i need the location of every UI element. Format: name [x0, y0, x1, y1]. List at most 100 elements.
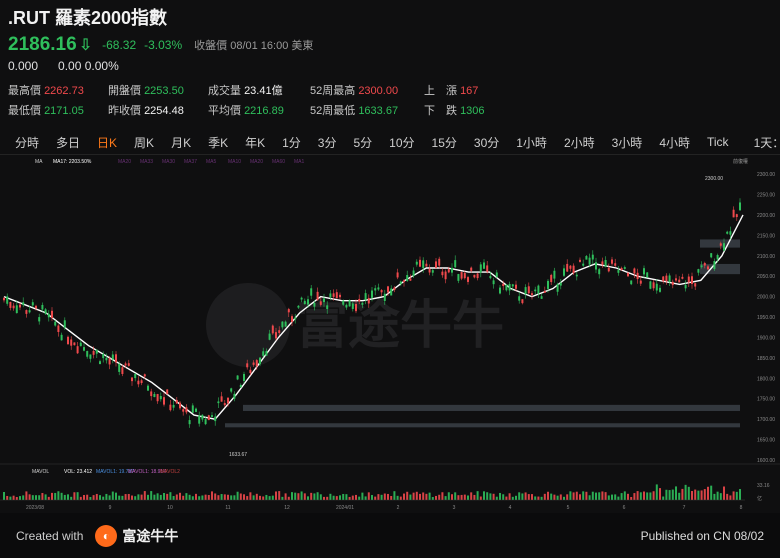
tab-10[interactable]: 10分: [389, 134, 414, 151]
support-zone: [243, 404, 740, 411]
volume-bar: [732, 491, 735, 500]
candle-body: [22, 302, 25, 305]
candle-body: [105, 357, 108, 361]
volume-bar: [35, 495, 37, 500]
volume-bar: [163, 492, 165, 500]
candle-body: [361, 302, 364, 305]
volume-bar: [470, 492, 473, 500]
candle-body: [543, 291, 546, 293]
volume-bar: [489, 493, 492, 500]
volume-bar: [54, 492, 57, 500]
tab-7[interactable]: 1分: [282, 134, 301, 151]
candle-body: [211, 415, 213, 417]
candle-body: [147, 385, 149, 391]
tab-4[interactable]: 月K: [171, 134, 191, 151]
volume-bar: [623, 491, 626, 500]
price-change-pct: -3.03%: [144, 38, 183, 52]
volume-bar: [601, 491, 604, 500]
volume-bar: [28, 494, 31, 500]
x-tick-label: 8: [740, 505, 743, 511]
volume-bar: [169, 492, 172, 500]
candle-body: [191, 405, 194, 413]
tab-2[interactable]: 日K: [97, 134, 117, 151]
volume-bar: [499, 492, 501, 500]
tab-6[interactable]: 年K: [245, 134, 265, 151]
candle-body: [444, 271, 447, 280]
stat-open: 2253.50: [144, 85, 184, 97]
candle-body: [44, 309, 47, 314]
volume-bar: [255, 493, 258, 500]
tab-8[interactable]: 3分: [318, 134, 337, 151]
candle-body: [607, 267, 610, 272]
volume-bar: [550, 493, 553, 500]
volume-bar: [143, 491, 146, 500]
stat-52wk-high: 2300.00: [358, 85, 399, 97]
tab-15[interactable]: 3小時: [612, 134, 643, 151]
kline-chart[interactable]: 富途牛牛MA MA17: 2203.50% MA20 MA33 MA30 MA37 MA5 M…: [0, 155, 780, 513]
y-tick-label: 1650.00: [757, 438, 775, 444]
volume-bar: [313, 493, 316, 500]
tab-9[interactable]: 5分: [353, 134, 372, 151]
volume-bar: [438, 494, 441, 500]
tab-3[interactable]: 周K: [134, 134, 154, 151]
volume-bar: [95, 493, 98, 500]
candle-body: [12, 305, 15, 309]
x-tick-label: 10: [167, 505, 173, 511]
tab-14[interactable]: 2小時: [564, 134, 595, 151]
volume-bar: [659, 488, 661, 500]
volume-bar: [297, 493, 300, 500]
candle-body: [377, 287, 380, 290]
tab-5[interactable]: 季K: [208, 134, 228, 151]
x-tick-label: 3: [453, 505, 456, 511]
volume-bar: [393, 491, 396, 500]
volume-bar: [70, 496, 73, 500]
tab-0[interactable]: 分時: [15, 134, 39, 151]
candle-body: [716, 255, 719, 260]
candle-body: [54, 321, 57, 326]
volume-bar: [15, 496, 18, 500]
volume-bar: [572, 492, 575, 500]
candle-body: [617, 270, 620, 273]
candle-body: [319, 301, 322, 305]
candle-body: [143, 374, 146, 377]
volume-bar: [51, 492, 53, 500]
volume-bar: [204, 494, 207, 500]
candle-body: [633, 268, 636, 274]
volume-bar: [214, 493, 217, 500]
tab-13[interactable]: 1小時: [516, 134, 547, 151]
tab-intraday-setting[interactable]: 1天：3分K: [754, 134, 780, 151]
tab-1[interactable]: 多日: [56, 134, 80, 151]
price-change: -68.32: [102, 38, 137, 52]
candle-body: [662, 276, 665, 282]
volume-bar: [662, 496, 665, 500]
y-tick-label: 1750.00: [757, 397, 775, 403]
last-price: 2186.16: [8, 34, 77, 55]
volume-bar: [9, 496, 12, 500]
volume-bar: [534, 496, 537, 500]
candle-body: [355, 304, 357, 312]
stat-label: 上 漲: [424, 85, 457, 97]
stat-low: 2171.05: [44, 105, 84, 117]
candle-body: [435, 261, 437, 268]
stat-prev-close: 2254.48: [144, 105, 184, 117]
volume-bar: [639, 492, 642, 500]
candle-body: [137, 380, 140, 385]
volume-bar: [265, 494, 268, 500]
volume-bar: [537, 496, 540, 500]
tab-16[interactable]: 4小時: [659, 134, 690, 151]
tab-17[interactable]: Tick: [707, 135, 729, 149]
candle-body: [473, 274, 476, 278]
candle-body: [643, 268, 645, 275]
x-tick-label: 11: [225, 505, 230, 511]
volume-bar: [515, 495, 517, 500]
tab-11[interactable]: 15分: [432, 134, 457, 151]
candle-body: [188, 420, 191, 425]
candle-body: [57, 325, 60, 332]
volume-bar: [473, 494, 476, 500]
candle-body: [598, 269, 601, 275]
tab-12[interactable]: 30分: [474, 134, 499, 151]
volume-bar: [719, 493, 722, 500]
volume-bar: [223, 494, 226, 500]
candle-body: [534, 289, 537, 292]
volume-bar: [364, 496, 367, 500]
